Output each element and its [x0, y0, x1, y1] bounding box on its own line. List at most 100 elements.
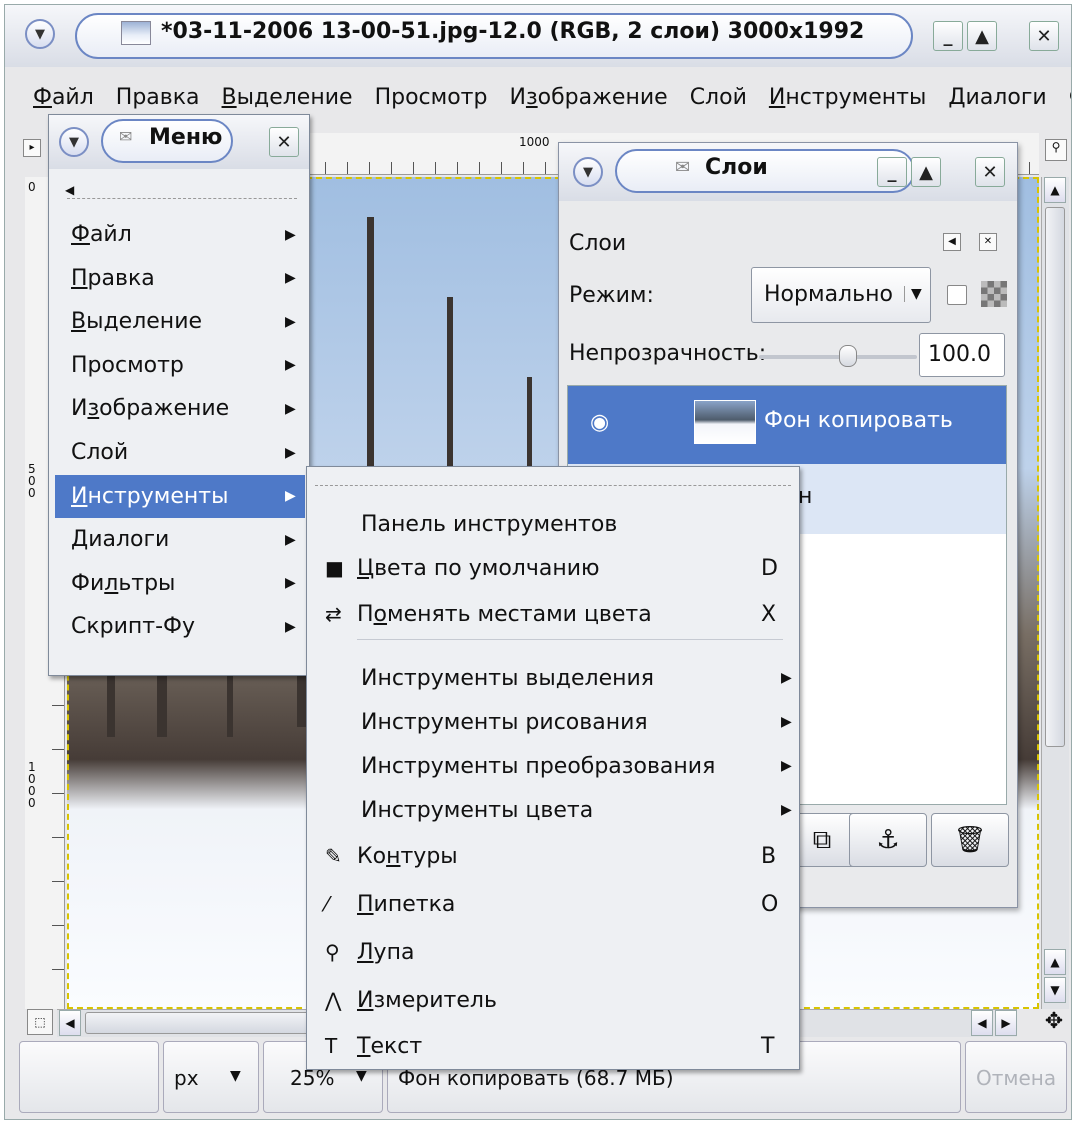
cancel-label: Отмена	[976, 1066, 1057, 1090]
ruler-corner-button[interactable]: ▸	[23, 139, 41, 157]
menu-item-text: л	[104, 570, 119, 596]
chevron-down-icon: ▼	[904, 286, 922, 302]
tools-menu-item[interactable]: Панель инструментов	[307, 503, 801, 545]
tools-menu-item-label: Измеритель	[357, 988, 497, 1013]
tools-menu-item[interactable]: ⇄ Поменять местами цвета X	[307, 593, 801, 635]
scroll-up-button-2[interactable]: ▲	[1044, 949, 1066, 975]
layers-window-menu-button[interactable]: ▼	[573, 157, 603, 187]
menu-item[interactable]: Просмотр ▶	[55, 344, 305, 387]
submenu-tearoff-line[interactable]	[315, 485, 791, 486]
delete-layer-button[interactable]: 🗑	[931, 813, 1009, 867]
scroll-left-button[interactable]: ◀	[59, 1010, 81, 1036]
menu-item-text: з	[87, 396, 100, 422]
menubar-item[interactable]: Файл	[33, 85, 94, 110]
tools-menu-item-label: Пипетка	[357, 892, 455, 917]
maximize-button[interactable]: ▲	[967, 21, 997, 51]
submenu-arrow-icon: ▶	[285, 270, 296, 287]
duplicate-icon: ⧉	[812, 824, 832, 855]
opacity-slider-thumb[interactable]	[839, 345, 857, 367]
layers-maximize-button[interactable]: ▲	[911, 157, 941, 187]
navigate-icon[interactable]: ✥	[1041, 1009, 1067, 1035]
tools-menu-item-label: Текст	[357, 1034, 422, 1059]
scroll-thumb[interactable]	[1045, 207, 1065, 747]
opacity-value: 100.0	[928, 342, 991, 367]
menu-window-menu-button[interactable]: ▼	[59, 127, 89, 157]
menu-item-label: Фильтры	[71, 571, 175, 596]
menu-item[interactable]: Фильтры ▶	[55, 562, 305, 605]
menu-item[interactable]: Инструменты ▶	[55, 474, 305, 518]
layer-thumbnail	[694, 400, 756, 444]
menu-item[interactable]: Скрипт-Фу ▶	[55, 605, 305, 648]
tools-menu-item[interactable]: ⋀ Измеритель	[307, 979, 801, 1021]
opacity-input[interactable]: 100.0	[919, 333, 1005, 377]
tools-menu-item-label: Инструменты рисования	[361, 710, 648, 735]
tools-menu-item[interactable]: Инструменты рисования ▶	[307, 701, 801, 743]
menubar-item[interactable]: Изображение	[509, 85, 667, 110]
menu-item[interactable]: Правка ▶	[55, 257, 305, 300]
tools-menu-item[interactable]: ✎ Контуры B	[307, 835, 801, 877]
menubar-item[interactable]: Правка	[116, 85, 200, 110]
window-titlebar[interactable]: ▼ *03-11-2006 13-00-51.jpg-12.0 (RGB, 2 …	[5, 5, 1071, 67]
mode-combo[interactable]: Нормально ▼	[751, 267, 931, 323]
tools-menu-item[interactable]: T Текст T	[307, 1025, 801, 1067]
layers-close-button[interactable]: ✕	[975, 157, 1005, 187]
menu-item-text: П	[71, 265, 88, 291]
menubar-item[interactable]: Просмотр	[375, 85, 488, 110]
menu-item-text: айл	[89, 222, 132, 247]
close-button[interactable]: ✕	[1029, 21, 1059, 51]
menubar-item[interactable]: Диалоги	[948, 85, 1046, 110]
window-title: *03-11-2006 13-00-51.jpg-12.0 (RGB, 2 сл…	[161, 19, 865, 44]
unit-combo[interactable]: px ▼	[163, 1041, 259, 1113]
layers-titlebar[interactable]: ▼ ✉ Слои _ ▲ ✕	[559, 143, 1017, 201]
eye-icon[interactable]: ◉	[590, 410, 609, 435]
shortcut-label: T	[761, 1033, 775, 1059]
tools-menu-item[interactable]: ⚲ Лупа	[307, 931, 801, 973]
tools-menu-item-label: Контуры	[357, 844, 458, 869]
opacity-slider[interactable]	[759, 355, 917, 359]
layers-minimize-button[interactable]: _	[877, 157, 907, 187]
submenu-arrow-icon: ▶	[781, 670, 792, 686]
mode-label: Режим:	[569, 283, 654, 308]
layer-row[interactable]: ◉ Фон копировать	[568, 386, 1006, 464]
tab-menu-icon[interactable]: ◀	[943, 233, 961, 251]
keep-transparency-checkbox[interactable]	[947, 285, 967, 305]
window-menu-button[interactable]: ▼	[25, 19, 55, 49]
tearoff-line[interactable]: ◀	[65, 183, 297, 199]
tools-menu-item[interactable]: ⁄ Пипетка O	[307, 883, 801, 925]
tools-menu-item[interactable]: Инструменты цвета ▶	[307, 789, 801, 831]
menubar-item[interactable]: Фи	[1069, 85, 1071, 110]
submenu-arrow-icon: ▶	[781, 714, 792, 730]
scroll-down-button[interactable]: ▼	[1044, 977, 1066, 1003]
menubar-item[interactable]: Слой	[690, 85, 747, 110]
vertical-scrollbar[interactable]: ▲ ▲ ▼	[1041, 177, 1069, 1009]
menu-item[interactable]: Файл ▶	[55, 213, 305, 256]
menubar-item-text: Слой	[689, 84, 747, 110]
menubar-item[interactable]: Инструменты	[769, 85, 926, 110]
menu-window-close-button[interactable]: ✕	[269, 127, 299, 157]
menu-item[interactable]: Диалоги ▶	[55, 518, 305, 561]
menu-item[interactable]: Выделение ▶	[55, 300, 305, 343]
anchor-layer-button[interactable]: ⚓	[849, 813, 927, 867]
tools-menu-item[interactable]: Инструменты выделения ▶	[307, 657, 801, 699]
tearoff-arrow-icon: ◀	[65, 183, 75, 197]
tools-menu-item-text: Ц	[357, 555, 375, 581]
quick-mask-button[interactable]: ⬚	[27, 1009, 53, 1035]
menu-item-text: Фи	[71, 570, 105, 596]
tools-menu-item[interactable]: ■ Цвета по умолчанию D	[307, 547, 801, 589]
scroll-right-button[interactable]: ▶	[995, 1010, 1017, 1036]
menubar-item[interactable]: Выделение	[222, 85, 353, 110]
tools-menu-item[interactable]: Инструменты преобразования ▶	[307, 745, 801, 787]
cancel-button[interactable]: Отмена	[965, 1041, 1067, 1113]
menu-item[interactable]: Слой ▶	[55, 431, 305, 474]
menu-window-titlebar[interactable]: ▼ ✉ Меню ✕	[49, 115, 309, 169]
scroll-up-button[interactable]: ▲	[1044, 177, 1066, 203]
submenu-arrow-icon: ▶	[285, 357, 296, 374]
scroll-left-button-2[interactable]: ◀	[971, 1010, 993, 1036]
menu-item[interactable]: Изображение ▶	[55, 387, 305, 430]
zoom-corner-icon[interactable]: ⚲	[1045, 139, 1067, 161]
menu-item-text: Скрипт-Фу	[71, 614, 196, 640]
tab-close-icon[interactable]: ✕	[979, 233, 997, 251]
submenu-arrow-icon: ▶	[285, 444, 296, 461]
minimize-button[interactable]: _	[933, 21, 963, 51]
menu-items: Файл ▶ Правка ▶ Выделение ▶ Просмотр ▶ Изображен…	[55, 213, 305, 653]
